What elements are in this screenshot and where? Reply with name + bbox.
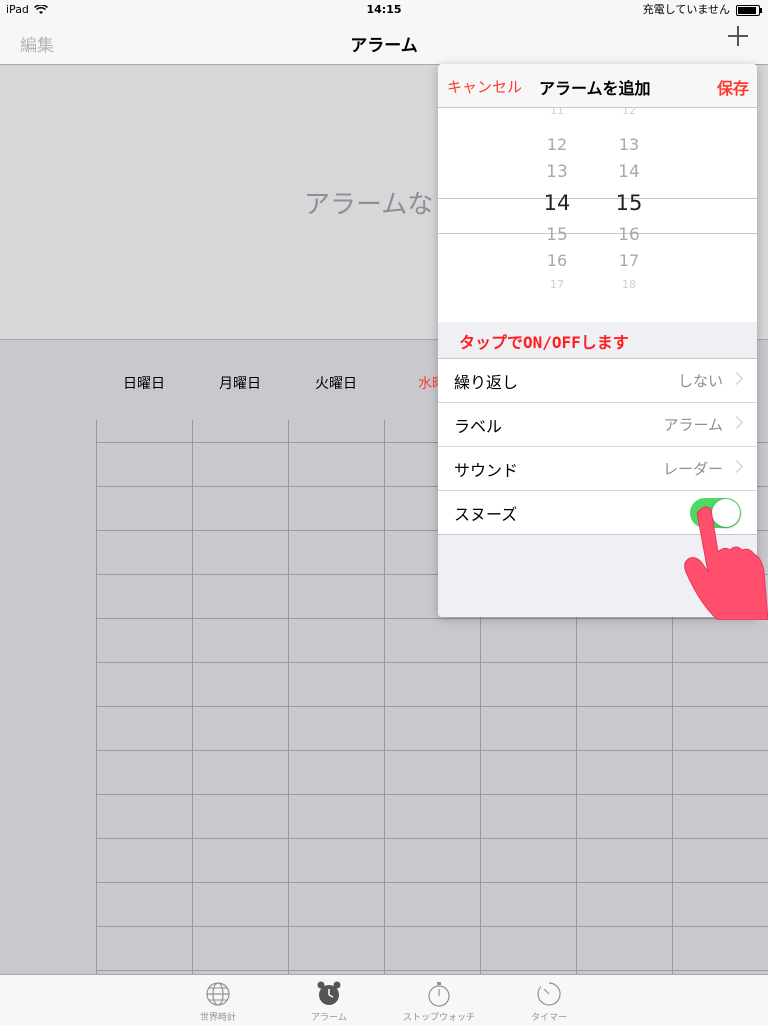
globe-icon — [206, 982, 230, 1006]
cancel-button[interactable]: キャンセル — [447, 76, 522, 97]
grid-row-line — [96, 618, 768, 619]
popover-header: キャンセル アラームを追加 保存 — [438, 64, 757, 108]
grid-row-line — [96, 750, 768, 751]
grid-row-line — [96, 838, 768, 839]
tab-alarm[interactable]: アラーム — [279, 981, 379, 1023]
snooze-label: スヌーズ — [454, 505, 518, 524]
tab-timer[interactable]: タイマー — [499, 981, 599, 1023]
minute-value: 13 — [618, 135, 640, 154]
sound-label: サウンド — [454, 461, 519, 480]
minute-selected-value: 15 — [615, 191, 643, 215]
chevron-right-icon — [730, 372, 743, 385]
day-header-tuesday: 火曜日 — [315, 376, 357, 392]
status-bar: iPad 14:15 充電していません — [0, 0, 768, 20]
day-header-monday: 月曜日 — [219, 376, 261, 392]
repeat-row[interactable]: 繰り返し しない — [438, 359, 757, 402]
tab-bar: 世界時計 アラーム ストップウォッチ タイマー — [0, 974, 768, 1025]
tab-stopwatch[interactable]: ストップウォッチ — [389, 981, 489, 1023]
tab-label: 世界時計 — [199, 1013, 236, 1023]
minute-value: 18 — [622, 278, 636, 291]
tap-hint-annotation: タップでON/OFFします — [459, 333, 629, 352]
pointing-hand-icon — [684, 506, 768, 620]
popover-title: アラームを追加 — [539, 79, 651, 98]
timer-icon — [537, 982, 561, 1006]
charging-status: 充電していません — [642, 3, 730, 16]
hint-row: タップでON/OFFします — [438, 322, 757, 359]
grid-row-line — [96, 882, 768, 883]
minute-value: 12 — [622, 108, 636, 117]
minute-value: 17 — [618, 251, 640, 270]
chevron-right-icon — [730, 460, 743, 473]
sound-value: レーダー — [662, 460, 723, 478]
grid-row-line — [96, 926, 768, 927]
day-header-sunday: 日曜日 — [123, 376, 165, 392]
hour-selected-value: 14 — [543, 191, 571, 215]
no-alarms-message: アラームな — [304, 190, 434, 220]
stopwatch-icon — [428, 982, 450, 1007]
hour-value: 17 — [550, 278, 564, 291]
hour-value: 12 — [546, 135, 568, 154]
label-row[interactable]: ラベル アラーム — [438, 402, 757, 446]
label-label: ラベル — [454, 417, 503, 436]
chevron-right-icon — [730, 416, 743, 429]
alarm-clock-icon — [317, 981, 341, 1005]
save-button[interactable]: 保存 — [717, 75, 749, 99]
navigation-bar: 編集 アラーム — [0, 20, 768, 65]
repeat-label: 繰り返し — [454, 373, 519, 392]
minute-value: 16 — [618, 225, 640, 245]
hour-value: 13 — [546, 162, 568, 182]
tab-label: アラーム — [311, 1013, 347, 1023]
label-value: アラーム — [663, 416, 723, 434]
hour-value: 15 — [546, 225, 568, 245]
sound-row[interactable]: サウンド レーダー — [438, 446, 757, 490]
grid-row-line — [96, 706, 768, 707]
hour-wheel[interactable]: 11 12 13 14 15 16 17 — [527, 108, 587, 322]
grid-column-line — [192, 420, 193, 974]
hour-value: 16 — [546, 251, 568, 270]
grid-row-line — [96, 970, 768, 971]
grid-row-line — [96, 794, 768, 795]
picker-selection-band — [438, 198, 757, 234]
tab-label: タイマー — [530, 1013, 567, 1023]
grid-column-line — [384, 420, 385, 974]
tab-label: ストップウォッチ — [402, 1013, 475, 1023]
grid-column-line — [288, 420, 289, 974]
grid-column-line — [96, 420, 97, 974]
battery-icon — [736, 4, 762, 16]
minute-value: 14 — [618, 162, 640, 182]
hour-value: 11 — [550, 108, 564, 117]
repeat-value: しない — [677, 372, 723, 390]
tab-world-clock[interactable]: 世界時計 — [168, 981, 268, 1023]
add-alarm-icon[interactable] — [728, 26, 748, 46]
minute-wheel[interactable]: 12 13 14 15 16 17 18 — [599, 108, 659, 322]
time-picker[interactable]: 11 12 13 14 15 16 17 12 13 14 15 16 17 18 — [438, 108, 757, 322]
grid-row-line — [96, 662, 768, 663]
page-title: アラーム — [350, 36, 418, 56]
